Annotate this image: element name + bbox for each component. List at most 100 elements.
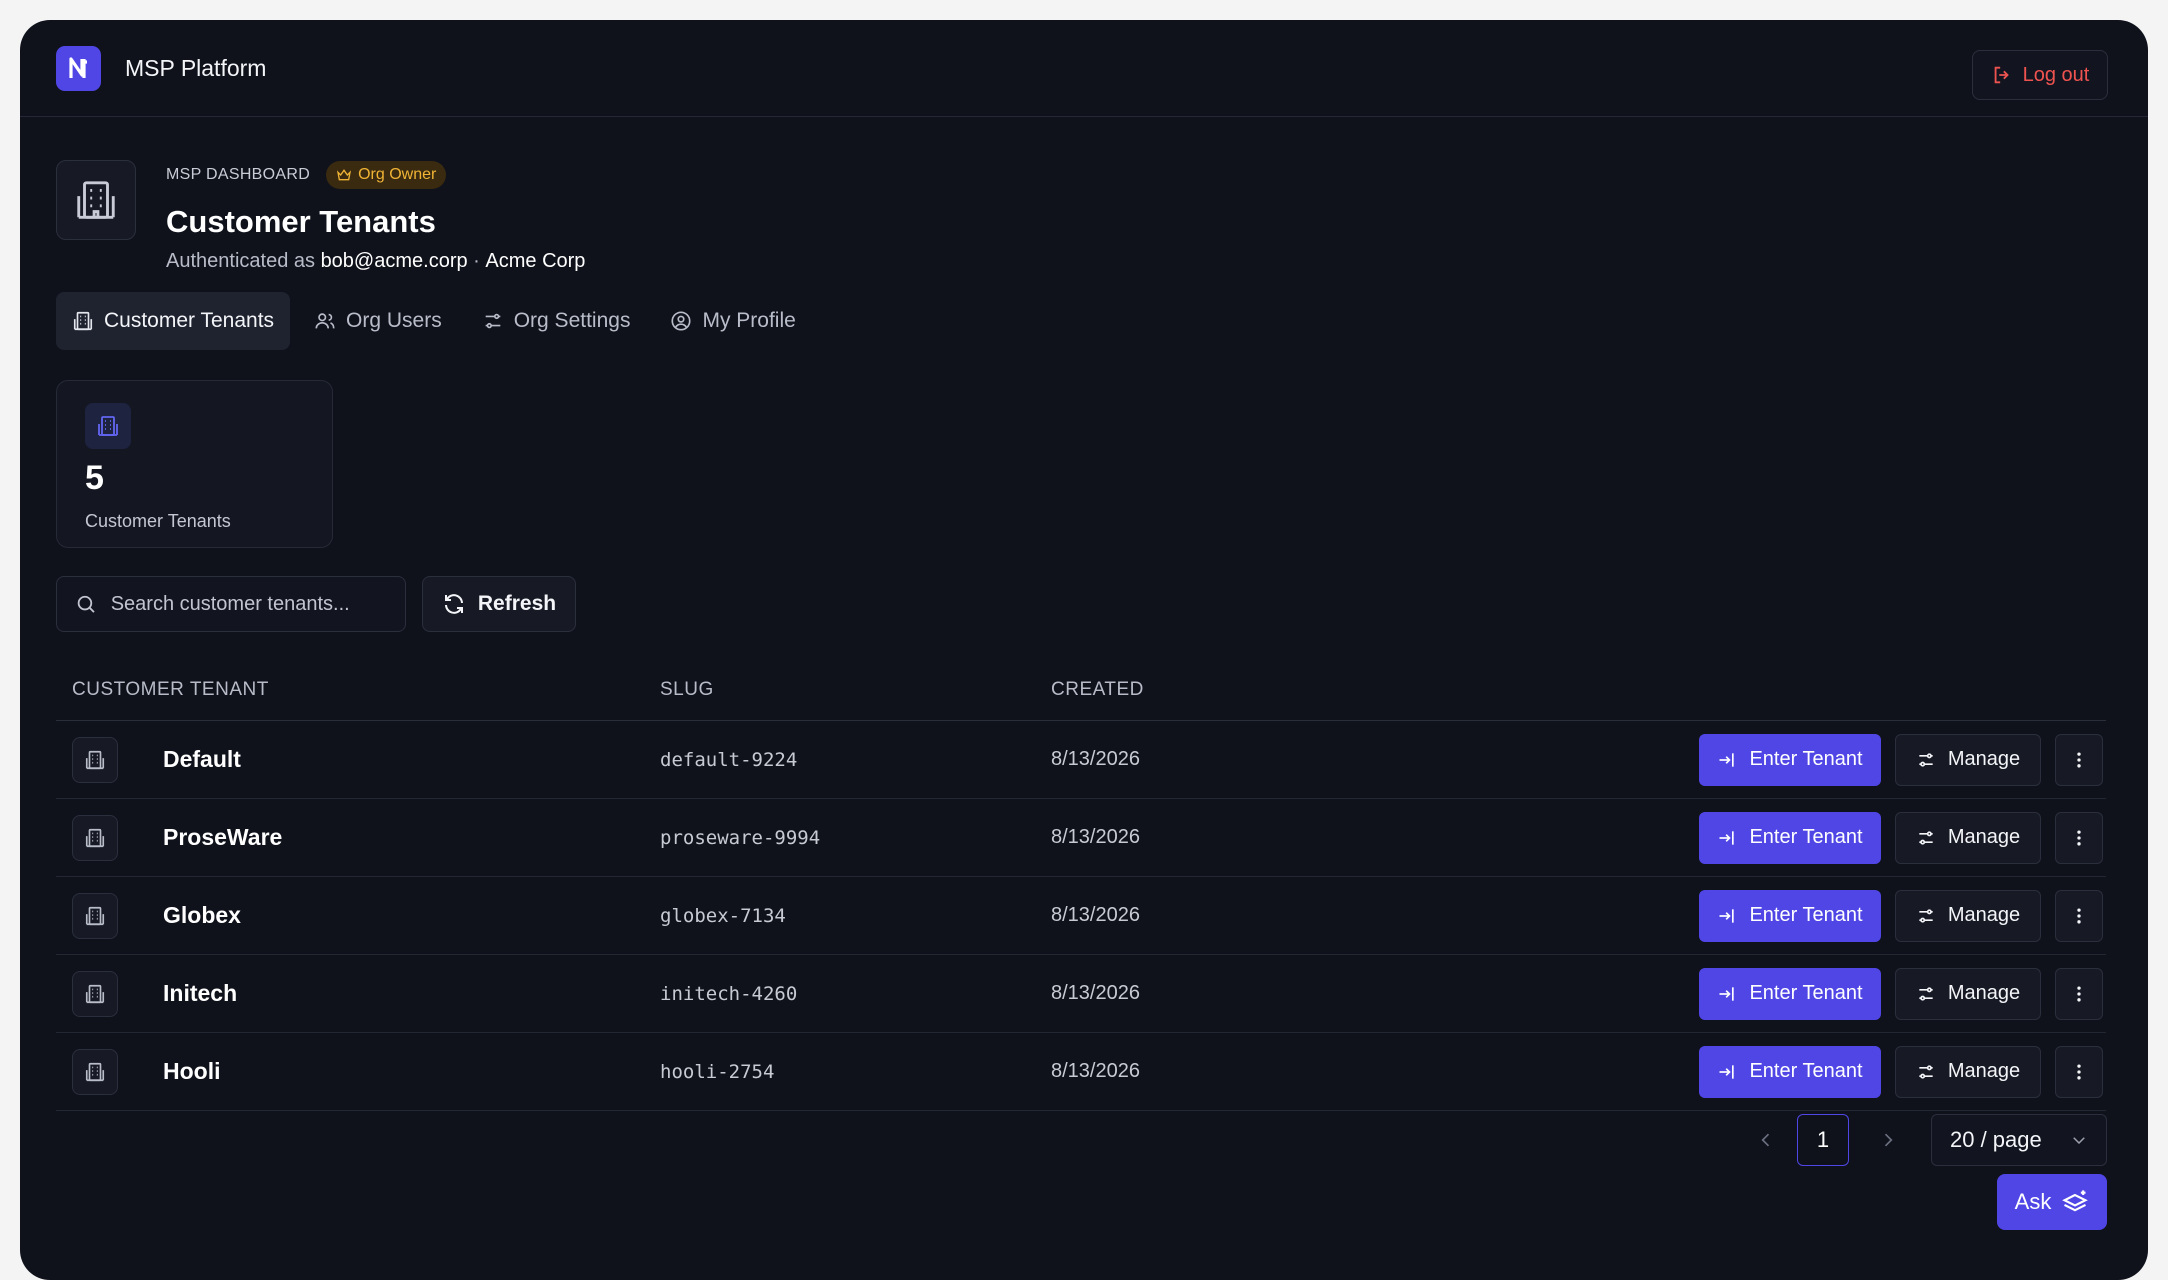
- table-header: CUSTOMER TENANT SLUG CREATED: [56, 660, 2106, 721]
- refresh-label: Refresh: [477, 592, 557, 615]
- refresh-button[interactable]: Refresh: [422, 576, 576, 632]
- manage-label: Manage: [1947, 982, 2021, 1004]
- prev-page-button[interactable]: [1746, 1114, 1786, 1166]
- enter-tenant-label: Enter Tenant: [1749, 982, 1863, 1004]
- building-icon: [56, 160, 136, 240]
- tenant-created: 8/13/2026: [1051, 1060, 1140, 1082]
- manage-button[interactable]: Manage: [1895, 733, 2041, 786]
- auth-info: Authenticated as bob@acme.corp · Acme Co…: [166, 250, 866, 273]
- page-eyebrow: MSP DASHBOARD: [166, 166, 311, 183]
- enter-icon: [1719, 830, 1735, 845]
- building-icon: [72, 892, 118, 939]
- tenant-name: Globex: [163, 902, 241, 928]
- enter-icon: [1719, 752, 1735, 767]
- tab-label: Customer Tenants: [104, 309, 275, 332]
- tenant-name: Default: [163, 746, 241, 772]
- search-box: [56, 576, 406, 632]
- logout-label: Log out: [2022, 63, 2090, 86]
- tab-label: Org Users: [346, 309, 442, 332]
- app-logo-icon[interactable]: [56, 45, 101, 91]
- building-icon: [85, 403, 131, 449]
- sliders-icon: [1919, 986, 1933, 1001]
- logout-button[interactable]: Log out: [1972, 50, 2108, 100]
- enter-tenant-button[interactable]: Enter Tenant: [1699, 733, 1881, 786]
- role-badge-label: Org Owner: [358, 166, 437, 183]
- sliders-icon: [1919, 908, 1933, 923]
- refresh-icon: [444, 594, 463, 614]
- tenant-name: Hooli: [163, 1058, 221, 1084]
- more-vertical-icon: [2077, 830, 2081, 845]
- search-icon: [77, 595, 95, 613]
- auth-user: bob@acme.corp: [320, 250, 468, 272]
- pagination: 1 20 / page: [20, 1114, 2148, 1166]
- app-window: MSP Platform Log out MSP DASHBOARD Org O…: [20, 20, 2148, 1280]
- enter-tenant-label: Enter Tenant: [1749, 748, 1863, 770]
- table-row: ProseWare proseware-9994 8/13/2026 Enter…: [56, 799, 2106, 877]
- role-badge: Org Owner: [326, 161, 447, 189]
- manage-button[interactable]: Manage: [1895, 811, 2041, 864]
- more-actions-button[interactable]: [2055, 811, 2103, 864]
- enter-tenant-button[interactable]: Enter Tenant: [1699, 967, 1881, 1020]
- enter-icon: [1719, 1064, 1735, 1079]
- manage-label: Manage: [1947, 826, 2021, 848]
- crown-icon: [337, 169, 352, 181]
- enter-icon: [1719, 908, 1735, 923]
- tenant-created: 8/13/2026: [1051, 748, 1140, 770]
- manage-label: Manage: [1947, 904, 2021, 926]
- tenant-slug: globex-7134: [660, 904, 786, 927]
- table-row: Initech initech-4260 8/13/2026 Enter Ten…: [56, 955, 2106, 1033]
- sliders-icon: [1919, 830, 1933, 845]
- tenant-slug: initech-4260: [660, 982, 798, 1005]
- auth-prefix: Authenticated as: [166, 250, 315, 272]
- column-header-slug: SLUG: [660, 679, 714, 700]
- page-size-value: 20 / page: [1950, 1127, 2042, 1152]
- more-actions-button[interactable]: [2055, 889, 2103, 942]
- tab-customer-tenants[interactable]: Customer Tenants: [56, 292, 291, 350]
- stat-value: 5: [85, 459, 104, 497]
- more-vertical-icon: [2077, 1064, 2081, 1079]
- enter-tenant-button[interactable]: Enter Tenant: [1699, 811, 1881, 864]
- ask-assistant-button[interactable]: Ask: [1997, 1174, 2107, 1230]
- more-actions-button[interactable]: [2055, 967, 2103, 1020]
- page-size-select[interactable]: 20 / page: [1931, 1114, 2107, 1166]
- column-header-created: CREATED: [1051, 679, 1144, 700]
- search-input[interactable]: [110, 592, 387, 616]
- stat-label: Customer Tenants: [85, 511, 231, 531]
- nav-tabs: Customer Tenants Org Users Org Settings …: [56, 292, 812, 350]
- enter-tenant-button[interactable]: Enter Tenant: [1699, 889, 1881, 942]
- tab-my-profile[interactable]: My Profile: [654, 292, 811, 350]
- building-icon: [72, 970, 118, 1017]
- table-row: Globex globex-7134 8/13/2026 Enter Tenan…: [56, 877, 2106, 955]
- tenant-slug: default-9224: [660, 748, 798, 771]
- more-vertical-icon: [2077, 908, 2081, 923]
- more-vertical-icon: [2077, 986, 2081, 1001]
- chevron-left-icon: [1761, 1133, 1770, 1147]
- manage-button[interactable]: Manage: [1895, 967, 2041, 1020]
- page-title: Customer Tenants: [166, 204, 436, 239]
- building-icon: [72, 1048, 118, 1095]
- tab-label: My Profile: [702, 309, 796, 332]
- tenant-slug: proseware-9994: [660, 826, 821, 849]
- enter-tenant-button[interactable]: Enter Tenant: [1699, 1045, 1881, 1098]
- building-icon: [73, 311, 93, 331]
- enter-tenant-label: Enter Tenant: [1749, 1060, 1863, 1082]
- page-number-button[interactable]: 1: [1797, 1114, 1849, 1166]
- tenant-created: 8/13/2026: [1051, 826, 1140, 848]
- tab-org-users[interactable]: Org Users: [298, 292, 458, 350]
- more-actions-button[interactable]: [2055, 1045, 2103, 1098]
- tenant-name: Initech: [163, 980, 238, 1006]
- tenant-created: 8/13/2026: [1051, 904, 1140, 926]
- chevron-down-icon: [2073, 1137, 2085, 1145]
- manage-button[interactable]: Manage: [1895, 889, 2041, 942]
- next-page-button[interactable]: [1868, 1114, 1908, 1166]
- more-actions-button[interactable]: [2055, 733, 2103, 786]
- more-vertical-icon: [2077, 752, 2081, 767]
- manage-button[interactable]: Manage: [1895, 1045, 2041, 1098]
- users-icon: [315, 313, 335, 329]
- user-circle-icon: [671, 311, 691, 331]
- auth-separator: ·: [467, 250, 486, 272]
- sliders-icon: [1919, 752, 1933, 767]
- chevron-right-icon: [1884, 1133, 1893, 1147]
- table-row: Default default-9224 8/13/2026 Enter Ten…: [56, 721, 2106, 799]
- tab-org-settings[interactable]: Org Settings: [466, 292, 647, 350]
